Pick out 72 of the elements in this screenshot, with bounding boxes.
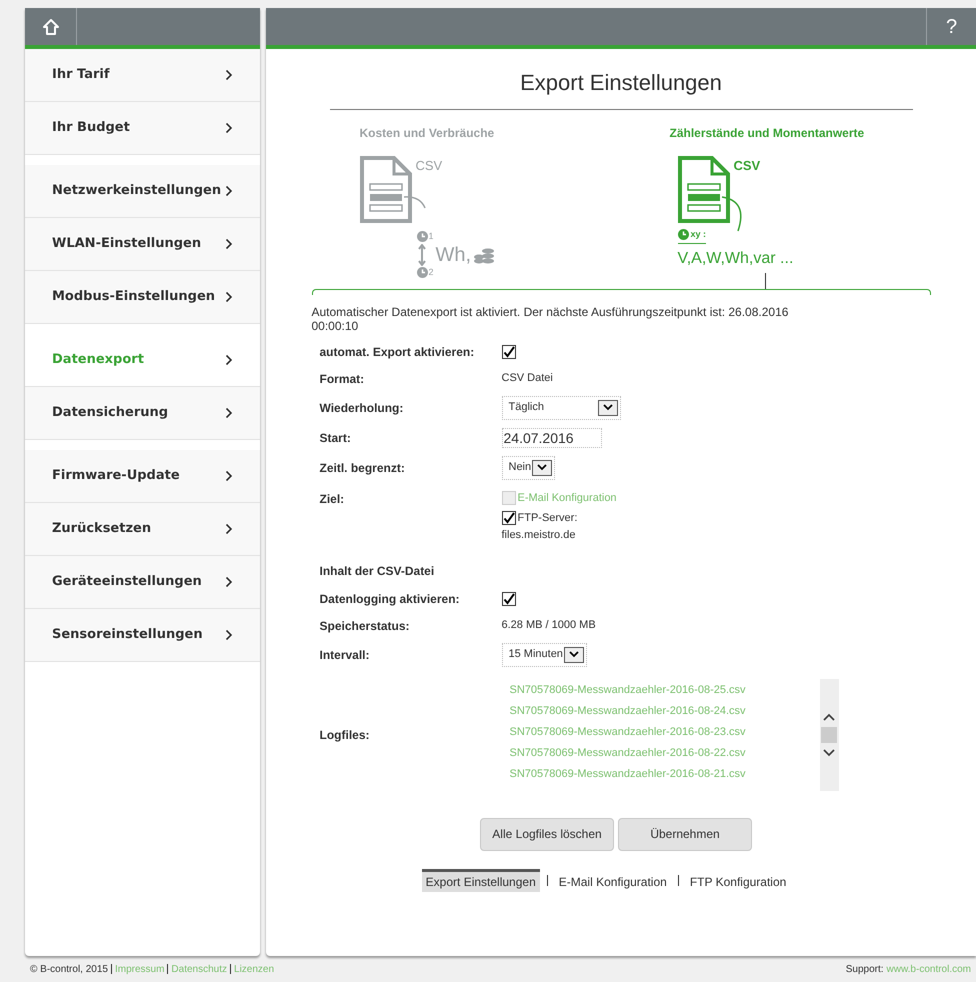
file-type-label: CSV [416,157,442,175]
field-label: automat. Export aktivieren: [320,344,476,361]
clock-icon [678,229,688,240]
dropdown-caret-icon [598,400,618,416]
sidebar-item[interactable]: Zurücksetzen [25,503,260,556]
field-label: Format: [320,370,366,388]
field-value: 6.28 MB / 1000 MB [502,618,596,634]
field-label: Zeitl. begrenzt: [320,460,406,476]
time-index: 2 [428,266,434,278]
chevron-right-icon [225,523,233,535]
time-label: xy : [690,228,706,241]
scrollbar[interactable] [820,678,838,790]
chevron-right-icon [225,122,233,134]
chevron-right-icon [225,185,233,197]
page-title: Export Einstellungen [330,66,912,110]
home-icon [42,18,60,36]
action-button[interactable]: Übernehmen [618,818,752,850]
file-type-label: CSV [734,157,760,175]
checkbox[interactable] [502,511,516,526]
time-index: 1 [428,230,434,243]
sidebar-item[interactable]: Modbus-Einstellungen [25,271,260,324]
chevron-right-icon [225,407,233,419]
help-button[interactable]: ? [926,8,976,45]
section-heading: Inhalt der CSV-Datei [320,562,434,580]
chevron-right-icon [225,69,233,81]
sidebar-item[interactable]: Sensoreinstellungen [25,609,260,662]
units-label: V,A,W,Wh,var ... [678,248,794,268]
sidebar-item[interactable]: Ihr Tarif [25,49,260,102]
sidebar-item[interactable]: Netzwerkeinstellungen [25,165,260,218]
scrollbar-thumb[interactable] [821,726,837,742]
clock-icon [416,231,428,242]
copyright-text: © B-control, 2015 [30,962,108,976]
chevron-right-icon [225,354,233,366]
sidebar-item[interactable]: WLAN-Einstellungen [25,218,260,271]
target-label: FTP-Server: [518,511,578,526]
chevron-up-icon[interactable] [823,712,835,720]
sidebar-item[interactable]: Firmware-Update [25,450,260,503]
chevron-right-icon [225,291,233,303]
dropdown[interactable]: 15 Minuten [502,642,587,666]
sidebar-item[interactable]: Ihr Budget [25,102,260,155]
dropdown[interactable]: Nein [502,456,556,480]
server-address: files.meistro.de [502,528,576,542]
sidebar-item[interactable]: Geräteeinstellungen [25,556,260,609]
field-label: Speicherstatus: [320,618,411,634]
dropdown-caret-icon [564,646,584,662]
chevron-right-icon [225,470,233,482]
support-label: Support: [846,962,884,976]
dropdown[interactable]: Täglich [502,396,620,420]
checkbox[interactable] [502,592,516,606]
field-label: Datenlogging aktivieren: [320,591,461,608]
subnav-tab[interactable]: Export Einstellungen [422,868,540,892]
dropdown-caret-icon [532,460,552,476]
chevron-right-icon [225,238,233,250]
chevron-right-icon [225,629,233,641]
field-label: Intervall: [320,646,371,664]
unit-label: Wh, [436,242,472,268]
range-arrow-icon [416,244,426,266]
chevron-down-icon[interactable] [823,748,835,756]
date-field[interactable]: 24.07.2016 [502,428,602,448]
field-label: Ziel: [320,490,346,508]
field-label: Wiederholung: [320,400,404,416]
action-button[interactable]: Alle Logfiles löschen [480,818,614,850]
subnav-tab[interactable]: FTP Konfiguration [686,868,790,892]
field-value: CSV Datei [502,371,553,386]
sidebar-item[interactable]: Datensicherung [25,387,260,440]
status-message: Automatischer Datenexport ist aktiviert. Der nächste Ausführungszeitpunkt ist: 26.08.2016 00:00:10 [312,304,790,332]
chevron-right-icon [225,576,233,588]
field-label: Logfiles: [320,726,370,744]
field-label: Start: [320,430,352,446]
subnav-tab[interactable]: E-Mail Konfiguration [554,868,671,892]
clock-icon [416,266,428,278]
checkbox[interactable] [502,345,516,359]
